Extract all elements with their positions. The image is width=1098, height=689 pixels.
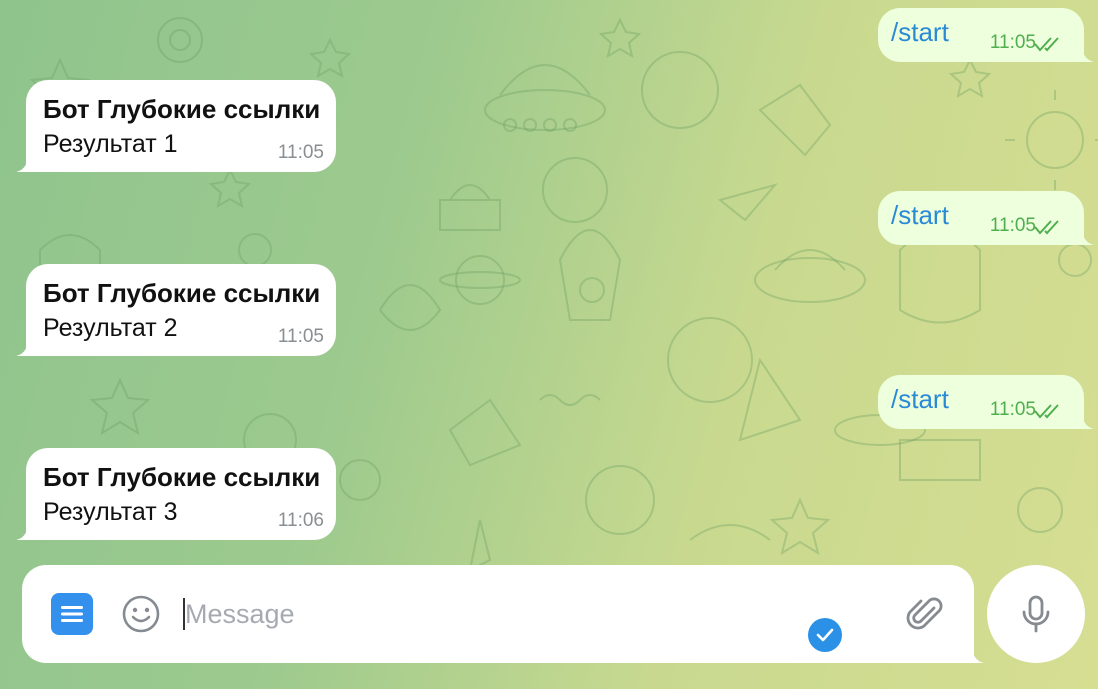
message-text: Результат 2 — [43, 314, 178, 342]
message-time: 11:05 — [989, 32, 1036, 53]
message-time: 11:05 — [277, 142, 324, 163]
microphone-icon — [1022, 595, 1050, 633]
read-checkmarks-icon — [1034, 37, 1059, 52]
paperclip-icon — [906, 597, 943, 630]
checkmark-badge-icon — [816, 628, 834, 642]
bot-command-link[interactable]: /start — [891, 200, 949, 231]
checkmark-badge[interactable] — [808, 618, 842, 652]
read-checkmarks-icon — [1034, 220, 1059, 235]
outgoing-message[interactable]: /start 11:05 — [878, 191, 1084, 245]
sender-name[interactable]: Бот Глубокие ссылки — [43, 278, 320, 309]
message-time: 11:05 — [989, 215, 1036, 236]
sender-name[interactable]: Бот Глубокие ссылки — [43, 94, 320, 125]
outgoing-message[interactable]: /start 11:05 — [878, 375, 1084, 429]
bot-command-link[interactable]: /start — [891, 17, 949, 48]
outgoing-message[interactable]: /start 11:05 — [878, 8, 1084, 62]
attach-button[interactable] — [904, 593, 946, 635]
message-input[interactable] — [185, 589, 785, 639]
incoming-message[interactable]: Бот Глубокие ссылки Результат 2 11:05 — [26, 264, 336, 356]
message-list[interactable]: /start 11:05 Бот Глубокие ссылки Результ… — [0, 0, 1098, 560]
message-text: Результат 3 — [43, 498, 178, 526]
emoji-icon — [122, 595, 160, 633]
voice-record-button[interactable] — [987, 565, 1085, 663]
message-text: Результат 1 — [43, 130, 178, 158]
incoming-message[interactable]: Бот Глубокие ссылки Результат 3 11:06 — [26, 448, 336, 540]
read-checkmarks-icon — [1034, 404, 1059, 419]
bot-menu-button[interactable] — [51, 593, 93, 635]
emoji-button[interactable] — [120, 593, 162, 635]
bot-command-link[interactable]: /start — [891, 384, 949, 415]
message-time: 11:05 — [277, 326, 324, 347]
message-time: 11:06 — [277, 510, 324, 531]
message-time: 11:05 — [989, 399, 1036, 420]
bot-menu-icon — [61, 606, 83, 622]
message-composer — [22, 565, 974, 663]
sender-name[interactable]: Бот Глубокие ссылки — [43, 462, 320, 493]
incoming-message[interactable]: Бот Глубокие ссылки Результат 1 11:05 — [26, 80, 336, 172]
